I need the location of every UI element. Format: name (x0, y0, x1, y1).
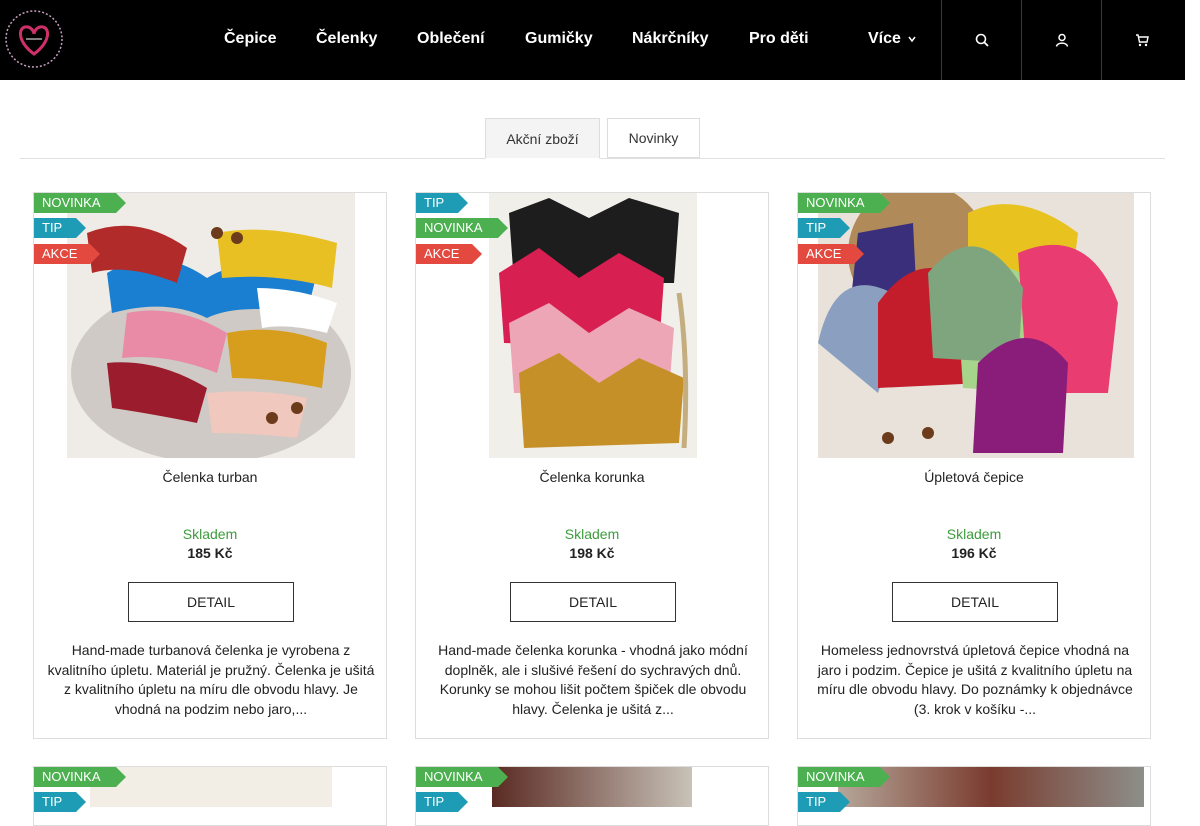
badge-novinka: NOVINKA (416, 218, 508, 238)
nav-pro-deti[interactable]: Pro děti (749, 30, 809, 48)
product-card: NOVINKA TIP AKCE Čelenka turban Skladem … (33, 192, 387, 739)
detail-button[interactable]: DETAIL (510, 582, 676, 622)
product-image[interactable] (492, 767, 692, 807)
product-card: NOVINKA TIP (797, 766, 1151, 826)
product-image-upletova-cepice[interactable] (818, 193, 1134, 458)
nav-cepice[interactable]: Čepice (224, 30, 276, 48)
badge-novinka: NOVINKA (798, 193, 890, 213)
product-card: NOVINKA TIP (33, 766, 387, 826)
user-icon (1055, 33, 1068, 47)
product-price: 185 Kč (187, 545, 233, 561)
badge-tip: TIP (416, 193, 468, 213)
product-card: NOVINKA TIP (415, 766, 769, 826)
top-navigation-bar: Čepice Čelenky Oblečení Gumičky Nákrčník… (0, 0, 1185, 80)
detail-button[interactable]: DETAIL (892, 582, 1058, 622)
product-description: Homeless jednovrstvá úpletová čepice vho… (817, 642, 1133, 717)
product-description: Hand-made turbanová čelenka je vyrobena … (47, 642, 375, 717)
stock-status: Skladem (564, 526, 620, 542)
product-description: Hand-made čelenka korunka - vhodná jako … (438, 642, 748, 717)
cart-button[interactable] (1101, 0, 1181, 80)
badge-akce: AKCE (798, 244, 864, 264)
nav-obleceni[interactable]: Oblečení (417, 30, 485, 48)
badge-tip: TIP (34, 218, 86, 238)
product-card: NOVINKA TIP AKCE Úpletová čepice Skladem… (797, 192, 1151, 739)
product-title[interactable]: Úpletová čepice (798, 469, 1150, 485)
nav-gumicky[interactable]: Gumičky (525, 30, 593, 48)
badge-akce: AKCE (34, 244, 100, 264)
user-button[interactable] (1021, 0, 1101, 80)
badge-novinka: NOVINKA (798, 767, 890, 787)
badge-tip: TIP (798, 218, 850, 238)
chevron-down-icon (908, 36, 916, 43)
product-title[interactable]: Čelenka korunka (416, 469, 768, 485)
nav-celenky[interactable]: Čelenky (316, 30, 377, 48)
product-price: 198 Kč (569, 545, 615, 561)
tab-akcni-zbozi[interactable]: Akční zboží (485, 118, 600, 159)
product-image-celenka-turban[interactable] (67, 193, 355, 458)
tab-novinky[interactable]: Novinky (607, 118, 700, 158)
badge-akce: AKCE (416, 244, 482, 264)
product-title[interactable]: Čelenka turban (34, 469, 386, 485)
nav-nakrcniky[interactable]: Nákrčníky (632, 30, 709, 48)
badge-novinka: NOVINKA (34, 767, 126, 787)
nav-more-label: Více (868, 30, 901, 47)
detail-button[interactable]: DETAIL (128, 582, 294, 622)
badge-tip: TIP (416, 792, 468, 812)
stock-status: Skladem (182, 526, 238, 542)
nav-more[interactable]: Více (868, 30, 916, 48)
product-image[interactable] (90, 767, 332, 807)
badge-novinka: NOVINKA (34, 193, 126, 213)
badge-tip: TIP (798, 792, 850, 812)
badge-novinka: NOVINKA (416, 767, 508, 787)
product-image-celenka-korunka[interactable] (489, 193, 697, 458)
product-card: TIP NOVINKA AKCE Čelenka korunka Skladem… (415, 192, 769, 739)
product-price: 196 Kč (951, 545, 997, 561)
cart-icon (1135, 34, 1149, 47)
logo-heart-icon[interactable] (4, 9, 64, 69)
stock-status: Skladem (946, 526, 1002, 542)
badge-tip: TIP (34, 792, 86, 812)
search-button[interactable] (941, 0, 1021, 80)
search-icon (975, 33, 989, 47)
